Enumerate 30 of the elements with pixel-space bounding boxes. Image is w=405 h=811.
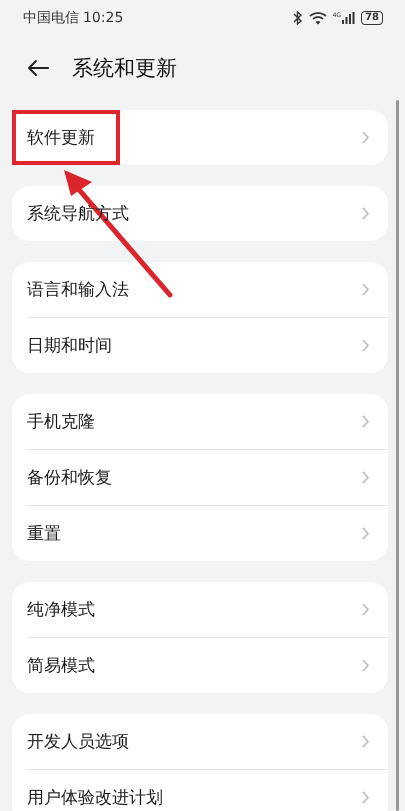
- chevron-right-icon: [361, 658, 370, 673]
- chevron-right-icon: [361, 470, 370, 485]
- settings-item[interactable]: 手机克隆: [12, 394, 388, 449]
- chevron-right-icon: [361, 526, 370, 541]
- bluetooth-icon: [290, 10, 303, 26]
- wifi-icon: [308, 10, 327, 24]
- settings-item[interactable]: 重置: [27, 505, 388, 561]
- settings-item[interactable]: 简易模式: [27, 637, 388, 693]
- settings-item[interactable]: 开发人员选项: [12, 714, 388, 769]
- carrier-name: 中国电信: [23, 8, 79, 26]
- chevron-right-icon: [361, 790, 370, 805]
- battery-level: 78: [361, 10, 383, 24]
- chevron-right-icon: [361, 602, 370, 617]
- page-title: 系统和更新: [72, 54, 177, 82]
- chevron-right-icon: [361, 338, 370, 353]
- back-button[interactable]: [27, 58, 50, 76]
- settings-item[interactable]: 用户体验改进计划: [27, 769, 388, 811]
- chevron-right-icon: [361, 414, 370, 429]
- chevron-right-icon: [361, 282, 370, 297]
- back-arrow-icon: [27, 58, 50, 76]
- chevron-right-icon: [361, 734, 370, 749]
- status-time: 10:25: [83, 10, 124, 26]
- chevron-right-icon: [361, 206, 370, 221]
- settings-item[interactable]: 软件更新: [12, 110, 388, 165]
- settings-item[interactable]: 纯净模式: [12, 582, 388, 637]
- settings-item[interactable]: 语言和输入法: [12, 262, 388, 317]
- chevron-right-icon: [361, 130, 370, 145]
- signal-icon: [341, 12, 356, 24]
- settings-item[interactable]: 日期和时间: [27, 317, 388, 373]
- settings-item[interactable]: 备份和恢复: [27, 449, 388, 505]
